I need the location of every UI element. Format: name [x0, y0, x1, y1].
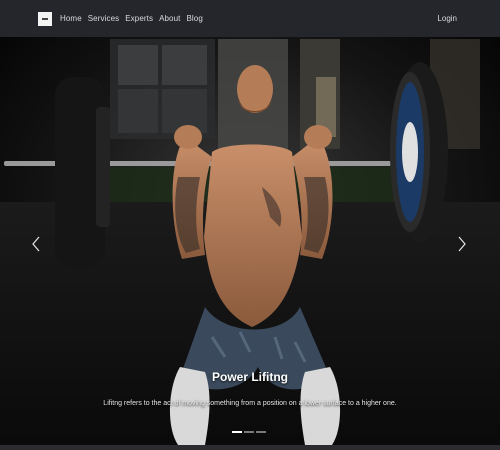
brand-logo[interactable] [38, 11, 52, 26]
nav-links: Home Services Experts About Blog [60, 14, 203, 23]
carousel-indicator[interactable] [256, 431, 266, 433]
nav-link-blog[interactable]: Blog [186, 14, 202, 23]
nav-link-experts[interactable]: Experts [125, 14, 153, 23]
carousel-indicator[interactable] [232, 431, 242, 433]
slide-title: Power Lifitng [212, 370, 288, 384]
nav-link-services[interactable]: Services [88, 14, 119, 23]
page-bottom-edge [0, 445, 500, 450]
carousel-indicators [232, 431, 266, 433]
login-link[interactable]: Login [437, 14, 457, 23]
chevron-right-icon [458, 236, 466, 252]
navbar: Home Services Experts About Blog Login [0, 0, 500, 37]
nav-link-about[interactable]: About [159, 14, 180, 23]
carousel-next-button[interactable] [455, 233, 469, 255]
carousel-indicator[interactable] [244, 431, 254, 433]
slide-description: Lifitng refers to the act of moving some… [103, 400, 397, 407]
nav-link-home[interactable]: Home [60, 14, 82, 23]
hero-carousel: Power Lifitng Lifitng refers to the act … [0, 37, 500, 445]
chevron-left-icon [32, 236, 40, 252]
carousel-prev-button[interactable] [29, 233, 43, 255]
